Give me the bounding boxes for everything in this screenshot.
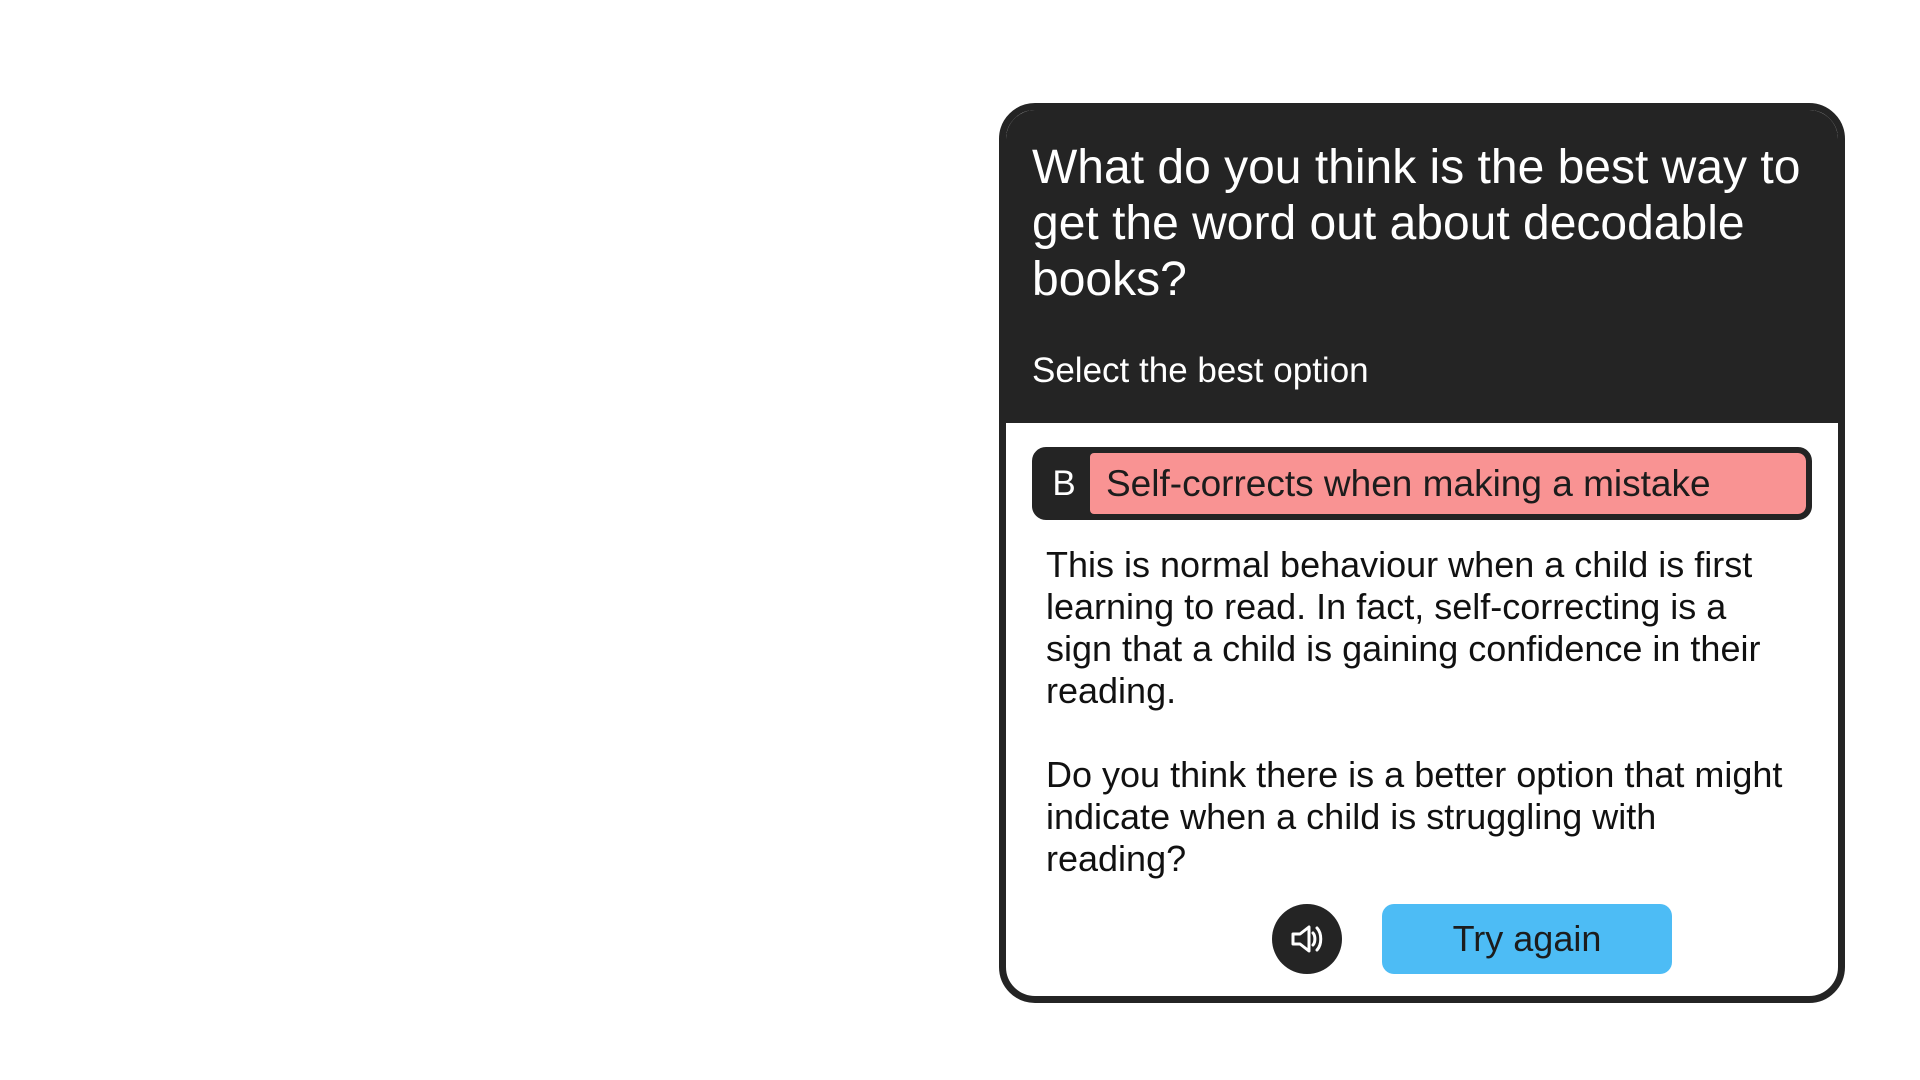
instruction-text: Select the best option [1032,351,1369,390]
question-header: What do you think is the best way to get… [1006,110,1838,423]
speaker-icon [1291,925,1323,953]
feedback-paragraph-2: Do you think there is a better option th… [1046,754,1783,879]
audio-playback-button[interactable] [1272,904,1342,974]
page-canvas: What do you think is the best way to get… [0,0,1920,1080]
try-again-button[interactable]: Try again [1382,904,1672,974]
feedback-paragraph-1: This is normal behaviour when a child is… [1046,544,1761,711]
answer-letter-badge: B [1052,463,1076,503]
answer-option-text: Self-corrects when making a mistake [1090,453,1806,514]
quiz-feedback-card: What do you think is the best way to get… [999,103,1845,1003]
feedback-body: B Self-corrects when making a mistake Th… [1006,423,1838,880]
feedback-message: This is normal behaviour when a child is… [1032,520,1812,880]
feedback-actions: Try again [1006,904,1838,974]
selected-answer-option[interactable]: B Self-corrects when making a mistake [1032,447,1812,520]
question-text: What do you think is the best way to get… [1032,141,1801,306]
